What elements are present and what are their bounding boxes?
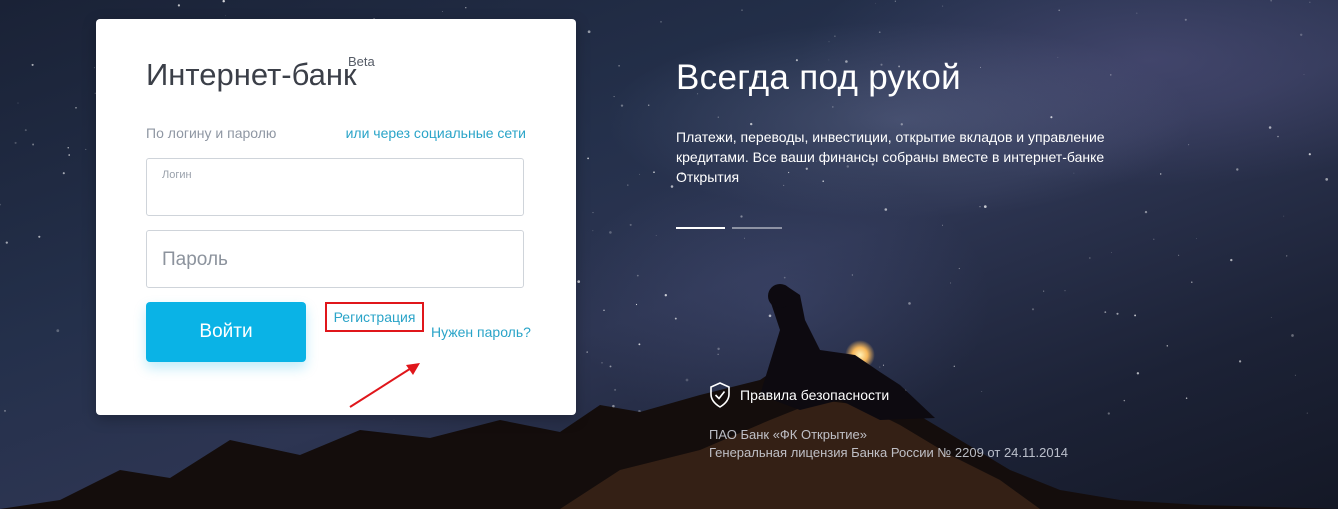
login-input[interactable] xyxy=(161,181,515,211)
security-rules-label: Правила безопасности xyxy=(740,387,890,403)
hero-text: Платежи, переводы, инвестиции, открытие … xyxy=(676,129,1105,185)
forgot-password-link[interactable]: Нужен пароль? xyxy=(431,324,531,340)
social-login-link[interactable]: или через социальные сети xyxy=(346,125,526,141)
login-button[interactable]: Войти xyxy=(146,302,306,362)
footer-info: ПАО Банк «ФК Открытие» Генеральная лицен… xyxy=(709,426,1068,462)
hero-title: Всегда под рукой xyxy=(676,58,962,97)
annotation-arrow-icon xyxy=(349,363,420,408)
login-card: Интернет-банк Beta По логину и паролю ил… xyxy=(96,19,576,415)
password-field[interactable]: Пароль xyxy=(146,230,524,288)
beta-badge: Beta xyxy=(348,54,375,69)
shield-check-icon xyxy=(710,382,730,408)
slider-dot[interactable] xyxy=(732,227,782,229)
password-placeholder: Пароль xyxy=(162,249,228,270)
login-field[interactable]: Логин xyxy=(146,158,524,216)
company-name: ПАО Банк «ФК Открытие» xyxy=(709,427,867,442)
slider-dot-active[interactable] xyxy=(676,227,725,229)
license-text: Генеральная лицензия Банка России № 2209… xyxy=(709,445,1069,460)
title-row: Интернет-банк Beta xyxy=(146,54,375,93)
register-link[interactable]: Регистрация xyxy=(325,302,424,332)
login-field-label: Логин xyxy=(162,169,192,181)
security-rules-link[interactable]: Правила безопасности xyxy=(709,382,889,408)
login-mode-label: По логину и паролю xyxy=(146,125,277,141)
page-title: Интернет-банк xyxy=(146,57,357,92)
